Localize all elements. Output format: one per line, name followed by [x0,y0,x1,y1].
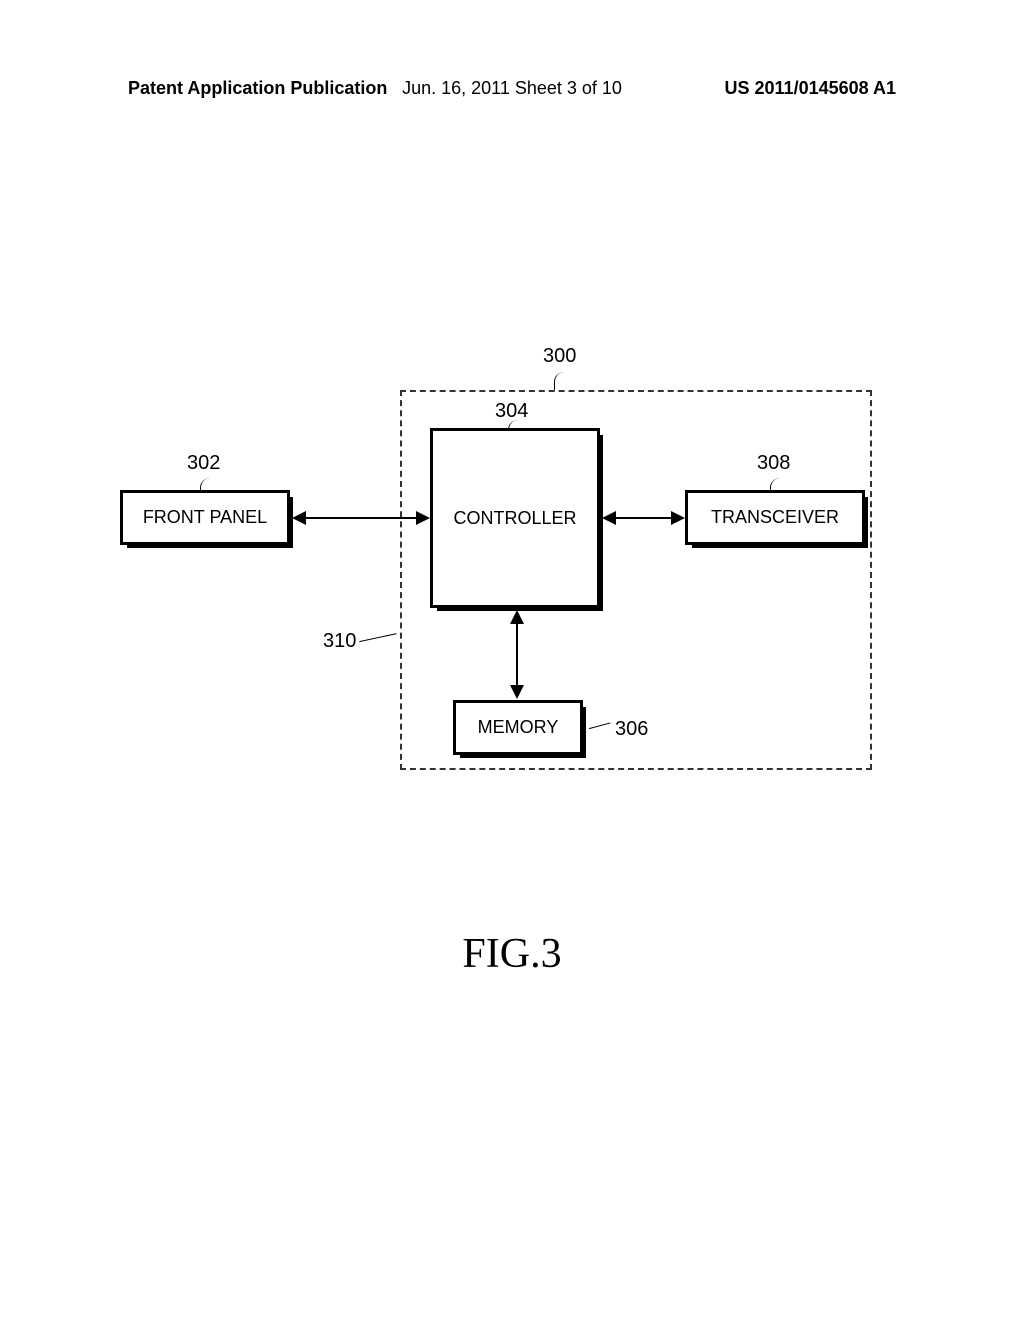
arrowhead-down-icon [510,685,524,699]
figure-caption: FIG.3 [462,930,561,978]
block-label: TRANSCEIVER [711,507,839,528]
arrowhead-left-icon [602,511,616,525]
arrowhead-right-icon [671,511,685,525]
ref-label-302: 302 [187,452,220,475]
page-header: Patent Application Publication Jun. 16, … [0,78,1024,99]
ref-label-308: 308 [757,452,790,475]
ref-label-310: 310 [323,630,356,653]
block-front-panel: FRONT PANEL [120,490,290,545]
leader-310 [359,633,398,649]
block-label: MEMORY [478,717,559,738]
arrowhead-up-icon [510,610,524,624]
header-center: Jun. 16, 2011 Sheet 3 of 10 [402,78,622,99]
arrowhead-left-icon [292,511,306,525]
block-label: CONTROLLER [453,508,576,529]
leader-300 [554,372,564,390]
arrowhead-right-icon [416,511,430,525]
diagram: FRONT PANEL CONTROLLER TRANSCEIVER MEMOR… [120,340,900,770]
arrow-ctrl-trx [614,517,672,519]
leader-302 [200,478,210,492]
ref-label-304: 304 [495,400,528,423]
arrow-fp-ctrl [304,517,416,519]
block-controller: CONTROLLER [430,428,600,608]
header-left: Patent Application Publication [128,78,387,99]
block-label: FRONT PANEL [143,507,267,528]
block-transceiver: TRANSCEIVER [685,490,865,545]
arrow-ctrl-mem [516,623,518,685]
block-memory: MEMORY [453,700,583,755]
ref-label-306: 306 [615,718,648,741]
header-right: US 2011/0145608 A1 [725,78,896,99]
ref-label-300: 300 [543,345,576,368]
